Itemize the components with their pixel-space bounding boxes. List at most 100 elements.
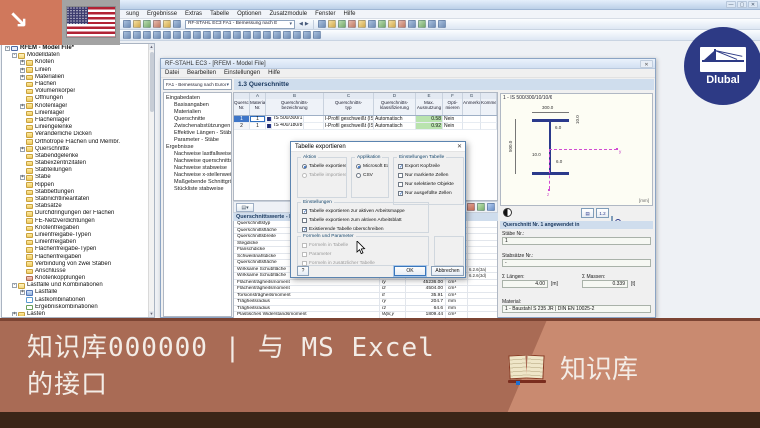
tree-item[interactable]: Stabendgelenke xyxy=(3,153,147,160)
design-case-dropdown[interactable]: RF-STAHL EC3 FA1 - Bemessung nach E ▾ xyxy=(185,19,295,29)
tree-expander-icon[interactable] xyxy=(20,161,25,166)
tree-expander-icon[interactable] xyxy=(20,240,25,245)
menu-item[interactable]: Hilfe xyxy=(268,69,280,77)
tree-item[interactable]: Durchdringungen der Flächen xyxy=(3,210,147,217)
tree-expander-icon[interactable] xyxy=(20,233,25,238)
radio-option[interactable]: CSV xyxy=(352,171,388,180)
material-field[interactable]: 1 - Baustahl S 235 JR | DIN EN 10025-2 xyxy=(502,305,651,313)
tree-expander-icon[interactable]: + xyxy=(20,60,25,66)
tree-expander-icon[interactable]: + xyxy=(20,67,25,73)
open-icon[interactable] xyxy=(133,20,141,28)
tree-expander-icon[interactable] xyxy=(20,247,25,252)
cell-utilization[interactable]: 0.58 xyxy=(416,116,443,123)
tree-expander-icon[interactable] xyxy=(20,204,25,209)
close-icon[interactable]: ✕ xyxy=(457,144,462,150)
tree-item[interactable]: + Lasten xyxy=(3,311,147,316)
tree-item[interactable]: Linienfreigabe-Typen xyxy=(3,232,147,239)
mesh-icon[interactable] xyxy=(223,31,231,39)
tree-item[interactable]: Veränderliche Dicken xyxy=(3,131,147,138)
checkbox-option[interactable]: Existierende Tabelle überschreiben xyxy=(298,225,428,234)
tree-expander-icon[interactable]: - xyxy=(5,46,10,52)
cell-description[interactable]: I IS 500/300/1 xyxy=(266,116,324,123)
radio-option[interactable]: Microsoft Excel xyxy=(352,162,388,171)
radio-option[interactable]: Tabelle importieren xyxy=(298,171,346,180)
deform-icon[interactable] xyxy=(253,31,261,39)
tree-item[interactable]: Flächenfreigaben xyxy=(3,253,147,260)
checkbox-icon[interactable] xyxy=(302,227,308,233)
cell-classification[interactable]: Automatisch xyxy=(374,116,416,123)
tree-item[interactable]: Verbindung von zwei Stäben xyxy=(3,261,147,268)
ok-button[interactable]: OK xyxy=(394,266,426,276)
checkbox-option[interactable]: Nur markierte Zellen xyxy=(394,171,463,180)
mail-icon[interactable] xyxy=(377,20,386,28)
select-members-icon[interactable] xyxy=(477,203,485,211)
cell-comment[interactable] xyxy=(481,116,497,123)
radio-icon[interactable] xyxy=(302,173,307,178)
tree-item[interactable]: Knotenkopplungen xyxy=(3,275,147,282)
tree-item[interactable]: Rippen xyxy=(3,182,147,189)
nav-item[interactable]: Basisangaben xyxy=(164,102,231,109)
tree-expander-icon[interactable] xyxy=(20,197,25,202)
nav-item[interactable]: Eingabedaten xyxy=(164,95,231,102)
menu-item[interactable]: Einstellungen xyxy=(224,69,260,77)
checkbox-icon[interactable] xyxy=(398,173,403,178)
nav-item[interactable]: Nachweise lastfallweise xyxy=(164,151,231,158)
checkbox-icon[interactable] xyxy=(302,243,307,248)
tree-item[interactable]: + Materialien xyxy=(3,74,147,81)
tree-expander-icon[interactable]: + xyxy=(20,146,25,152)
results-icon[interactable] xyxy=(243,31,251,39)
menu-item[interactable]: sung xyxy=(126,10,139,18)
tree-expander-icon[interactable] xyxy=(20,226,25,231)
calc-icon[interactable] xyxy=(233,31,241,39)
tree-item[interactable]: Knotenfreigaben xyxy=(3,225,147,232)
tree-item[interactable]: Orthotrope Flächen und Membr. xyxy=(3,138,147,145)
menu-item[interactable]: Tabelle xyxy=(210,10,229,18)
printout-icon[interactable] xyxy=(283,31,291,39)
tree-item[interactable]: + Knotenlager xyxy=(3,103,147,110)
menu-item[interactable]: Datei xyxy=(165,69,179,77)
radio-icon[interactable] xyxy=(356,164,361,169)
checkbox-option[interactable]: Tabelle exportieren zum aktiven Arbeitsb… xyxy=(298,216,428,225)
cell-optimize[interactable]: Nein xyxy=(443,116,463,123)
menu-item[interactable]: Optionen xyxy=(237,10,261,18)
settings-icon[interactable] xyxy=(417,20,426,28)
cell-description[interactable]: I IS 400/180/8 xyxy=(266,123,324,130)
tree-expander-icon[interactable] xyxy=(20,305,25,310)
tree-item[interactable]: Lastkombinationen xyxy=(3,297,147,304)
nav-item[interactable]: Stückliste stabweise xyxy=(164,186,231,193)
node-icon[interactable] xyxy=(133,31,141,39)
cell-comment[interactable] xyxy=(481,123,497,130)
clipboard-icon[interactable] xyxy=(293,31,301,39)
stress-icon[interactable] xyxy=(273,31,281,39)
close-icon[interactable]: ✕ xyxy=(748,1,758,8)
tree-expander-icon[interactable] xyxy=(20,168,25,173)
tree-item[interactable]: + Querschnitte xyxy=(3,146,147,153)
cell-section-nr[interactable]: 1 xyxy=(234,116,250,123)
tree-item[interactable]: Öffnungen xyxy=(3,95,147,102)
menu-item[interactable]: Hilfe xyxy=(343,10,355,18)
load-icon[interactable] xyxy=(213,31,221,39)
tree-expander-icon[interactable] xyxy=(20,89,25,94)
back-icon[interactable] xyxy=(317,20,326,28)
tree-item[interactable]: - Lastfälle und Kombinationen xyxy=(3,282,147,289)
tree-item[interactable]: Flächen xyxy=(3,81,147,88)
tree-expander-icon[interactable]: + xyxy=(12,312,17,316)
tree-item[interactable]: + Linien xyxy=(3,67,147,74)
cell-type[interactable]: I-Profil geschweißt (IS xyxy=(324,116,374,123)
cell-section-nr[interactable]: 2 xyxy=(234,123,250,130)
member-icon[interactable] xyxy=(193,31,201,39)
loadcase-icon[interactable] xyxy=(203,31,211,39)
maximize-icon[interactable]: ▢ xyxy=(737,1,747,8)
tree-expander-icon[interactable] xyxy=(20,111,25,116)
tree-item[interactable]: Stabsätze xyxy=(3,203,147,210)
tree-expander-icon[interactable]: - xyxy=(12,283,17,289)
nav-item[interactable]: Querschnitte xyxy=(164,116,231,123)
tree-item[interactable]: FE-Netzverdichtungen xyxy=(3,218,147,225)
tree-item[interactable]: Stabnichtlinearitäten xyxy=(3,196,147,203)
filter-icon[interactable] xyxy=(467,203,475,211)
tree-expander-icon[interactable] xyxy=(20,132,25,137)
tree-expander-icon[interactable] xyxy=(20,82,25,87)
nav-item[interactable]: Zwischenabstützungen xyxy=(164,123,231,130)
tree-expander-icon[interactable] xyxy=(20,96,25,101)
tree-item[interactable]: + Stäbe xyxy=(3,174,147,181)
